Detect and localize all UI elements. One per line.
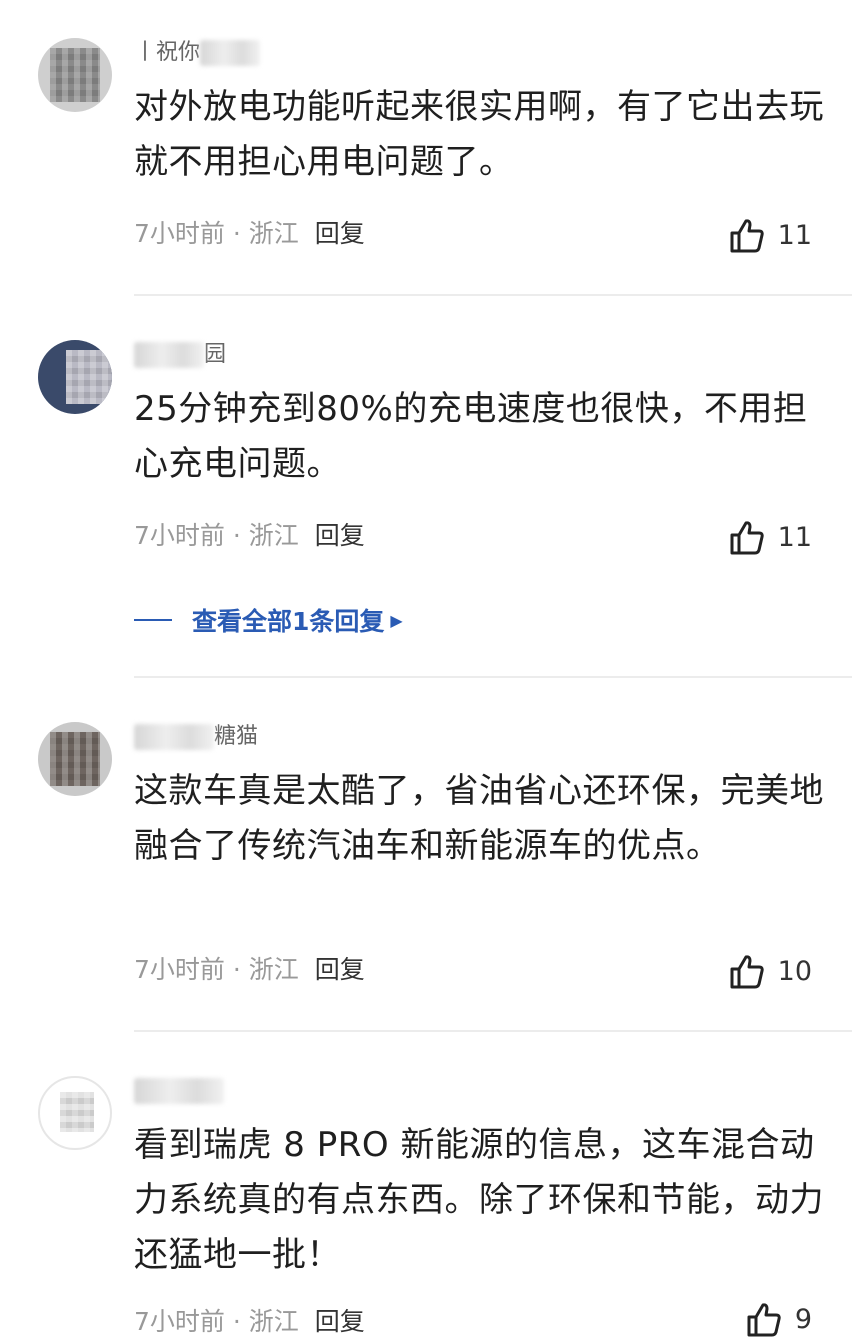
username[interactable] [134, 1076, 224, 1106]
comment-meta: 7小时前 · 浙江 回复 [134, 518, 365, 554]
like-button[interactable]: 11 [728, 516, 812, 560]
avatar-mosaic [50, 48, 100, 102]
avatar-mosaic [50, 732, 100, 786]
avatar-mosaic [66, 350, 112, 404]
username-blur [134, 724, 214, 750]
like-button[interactable]: 10 [728, 950, 812, 994]
divider [134, 676, 852, 678]
username-text: 园 [204, 342, 227, 367]
avatar[interactable] [38, 722, 112, 796]
comment-text: 对外放电功能听起来很实用啊，有了它出去玩就不用担心用电问题了。 [134, 87, 824, 182]
reply-button[interactable]: 回复 [315, 955, 365, 984]
comment-time-location: 7小时前 · 浙江 [134, 1307, 299, 1336]
username-text: 糖猫 [214, 724, 259, 749]
username-blur [134, 342, 204, 368]
like-button[interactable]: 9 [745, 1298, 812, 1342]
username-blur [134, 1078, 224, 1104]
reply-button[interactable]: 回复 [315, 521, 365, 550]
avatar[interactable] [38, 340, 112, 414]
username-blur [200, 40, 261, 66]
username[interactable]: 糖猫 [134, 722, 258, 752]
like-count: 11 [777, 522, 812, 553]
comment-text: 这款车真是太酷了，省油省心还环保，完美地融合了传统汽油车和新能源车的优点。 [134, 771, 824, 866]
comment-text: 看到瑞虎 8 PRO 新能源的信息，这车混合动力系统真的有点东西。除了环保和节能… [134, 1125, 824, 1275]
like-count: 9 [794, 1304, 812, 1335]
divider [134, 1030, 852, 1032]
comment-meta: 7小时前 · 浙江 回复 [134, 952, 365, 988]
comment-time-location: 7小时前 · 浙江 [134, 521, 299, 550]
like-count: 10 [777, 956, 812, 987]
comment-meta: 7小时前 · 浙江 回复 [134, 1304, 365, 1340]
username[interactable]: 丨祝你 [134, 38, 261, 68]
comment-text: 25分钟充到80%的充电速度也很快，不用担心充电问题。 [134, 389, 808, 484]
divider [134, 294, 852, 296]
like-count: 11 [777, 220, 812, 251]
avatar[interactable] [38, 38, 112, 112]
avatar[interactable] [38, 1076, 112, 1150]
thumbs-up-icon [730, 955, 764, 989]
comment-time-location: 7小时前 · 浙江 [134, 219, 299, 248]
reply-button[interactable]: 回复 [315, 1307, 365, 1336]
avatar-mosaic [60, 1092, 94, 1132]
reply-button[interactable]: 回复 [315, 219, 365, 248]
username-text: 丨祝你 [134, 40, 201, 65]
view-all-replies-link[interactable]: 查看全部1条回复 ▶ [134, 600, 403, 640]
thumbs-up-icon [730, 521, 764, 555]
username[interactable]: 园 [134, 340, 226, 370]
thumbs-up-icon [747, 1303, 781, 1337]
view-all-dash [134, 619, 172, 621]
comment-meta: 7小时前 · 浙江 回复 [134, 216, 365, 252]
comment-time-location: 7小时前 · 浙江 [134, 955, 299, 984]
like-button[interactable]: 11 [728, 214, 812, 258]
thumbs-up-icon [730, 219, 764, 253]
view-all-replies-label: 查看全部1条回复 [192, 607, 385, 636]
triangle-right-icon: ▶ [390, 610, 403, 630]
